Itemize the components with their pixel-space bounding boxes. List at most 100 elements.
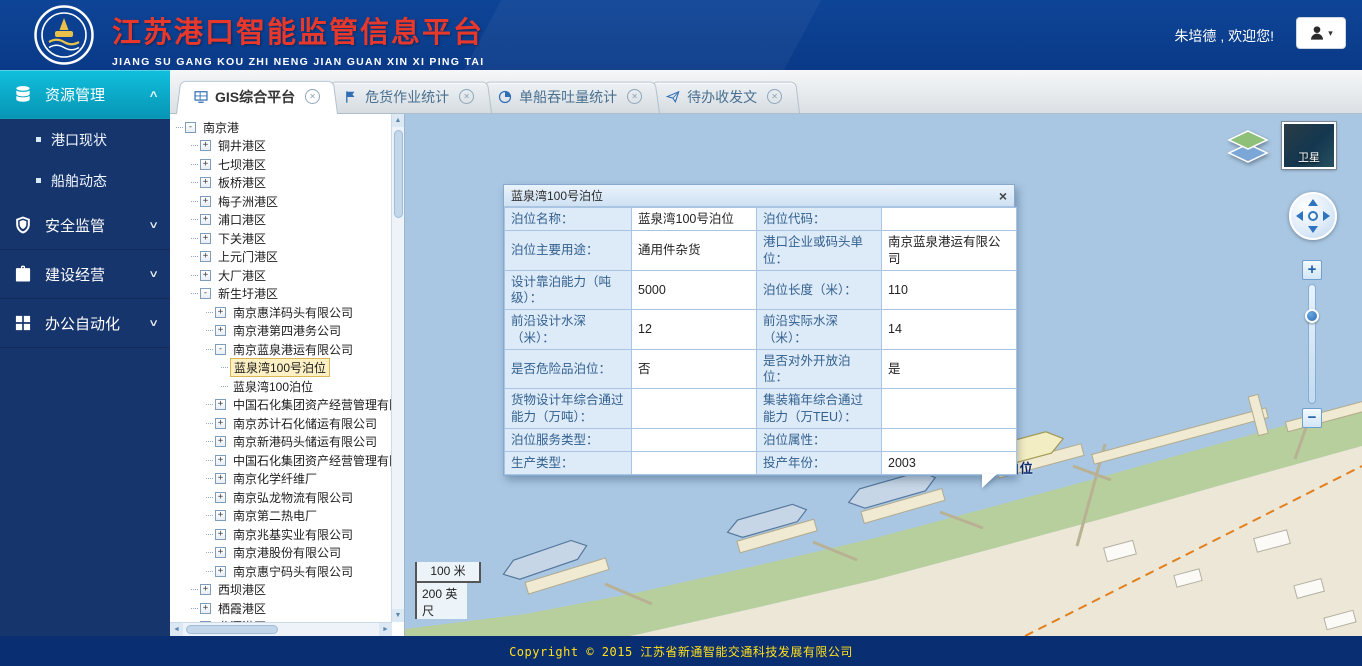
- tree-node-label[interactable]: 中国石化集团资产经营管理有限公司: [230, 395, 391, 414]
- berth-info-row: 货物设计年综合通过能力（万吨）：集装箱年综合通过能力（万TEU）：: [505, 389, 1017, 429]
- tree-node: -南京蓝泉港运有限公司: [174, 340, 391, 359]
- vertical-scroll-thumb[interactable]: [394, 130, 403, 218]
- tree-toggle[interactable]: +: [215, 399, 226, 410]
- tab-close-icon[interactable]: ✕: [767, 89, 782, 104]
- tab-2[interactable]: 单船吞吐量统计✕: [480, 80, 660, 113]
- scroll-down-arrow[interactable]: ▼: [392, 609, 404, 622]
- tree-toggle[interactable]: -: [215, 344, 226, 355]
- tree-toggle[interactable]: +: [215, 547, 226, 558]
- tree-toggle[interactable]: +: [200, 177, 211, 188]
- field-value: [882, 389, 1017, 429]
- tree-node: + 南京惠宁码头有限公司: [174, 562, 391, 581]
- tree-node-label[interactable]: 铜井港区: [215, 136, 269, 155]
- sidebar-item-0[interactable]: 资源管理∧: [0, 70, 170, 119]
- user-menu-button[interactable]: ▾: [1296, 17, 1346, 49]
- tree-node-label[interactable]: 南京化学纤维厂: [230, 469, 320, 488]
- tree-node-label[interactable]: 南京港股份有限公司: [230, 543, 344, 562]
- pan-down-arrow-icon[interactable]: [1308, 226, 1318, 233]
- tree-node-label[interactable]: 新生圩港区: [215, 284, 281, 303]
- scroll-right-arrow[interactable]: ►: [379, 623, 392, 636]
- tab-close-icon[interactable]: ✕: [459, 89, 474, 104]
- tree-toggle[interactable]: +: [215, 436, 226, 447]
- tree-node-label[interactable]: 七坝港区: [215, 155, 269, 174]
- berth-info-row: 前沿设计水深（米）：12前沿实际水深（米）：14: [505, 310, 1017, 350]
- tree-node-label[interactable]: 蓝泉湾100泊位: [230, 377, 316, 396]
- tree-horizontal-scrollbar[interactable]: ◄ ►: [170, 622, 392, 636]
- tree-toggle[interactable]: +: [200, 159, 211, 170]
- tree-toggle[interactable]: +: [215, 473, 226, 484]
- tree-node-label[interactable]: 大厂港区: [215, 266, 269, 285]
- tree-toggle[interactable]: +: [215, 529, 226, 540]
- tree-node-label[interactable]: 栖霞港区: [215, 599, 269, 618]
- tree-toggle[interactable]: +: [200, 603, 211, 614]
- popup-close-button[interactable]: ×: [999, 189, 1007, 203]
- tree-toggle[interactable]: +: [200, 251, 211, 262]
- zoom-slider-track[interactable]: [1308, 284, 1316, 404]
- tree-vertical-scrollbar[interactable]: ▲ ▼: [391, 114, 404, 622]
- tree-node-label[interactable]: 板桥港区: [215, 173, 269, 192]
- tree-toggle[interactable]: +: [215, 566, 226, 577]
- tab-close-icon[interactable]: ✕: [305, 89, 320, 104]
- tree-toggle[interactable]: +: [215, 510, 226, 521]
- tree-node-label[interactable]: 梅子洲港区: [215, 192, 281, 211]
- tree-node-label[interactable]: 中国石化集团资产经营管理有限公司: [230, 451, 391, 470]
- tree-node-label[interactable]: 南京新港码头储运有限公司: [230, 432, 380, 451]
- tree-node-label[interactable]: 下关港区: [215, 229, 269, 248]
- pan-up-arrow-icon[interactable]: [1308, 199, 1318, 206]
- zoom-out-button[interactable]: −: [1302, 408, 1322, 428]
- scroll-left-arrow[interactable]: ◄: [170, 623, 183, 636]
- zoom-slider-handle[interactable]: [1305, 309, 1319, 323]
- tree-node-label[interactable]: 南京第二热电厂: [230, 506, 320, 525]
- tree-node-label[interactable]: 南京惠宁码头有限公司: [230, 562, 356, 581]
- tree-toggle[interactable]: +: [215, 455, 226, 466]
- tab-label: 待办收发文: [687, 87, 757, 107]
- scroll-up-arrow[interactable]: ▲: [392, 114, 404, 127]
- sidebar-item-1[interactable]: 安全监管∨: [0, 201, 170, 250]
- tab-close-icon[interactable]: ✕: [627, 89, 642, 104]
- tree-node-label[interactable]: 南京兆基实业有限公司: [230, 525, 356, 544]
- tab-0[interactable]: GIS综合平台✕: [176, 79, 338, 114]
- tree-connector: [206, 349, 213, 350]
- tree-toggle[interactable]: +: [200, 584, 211, 595]
- tree-connector: [206, 441, 213, 442]
- map-canvas[interactable]: 蓝泉湾100号泊位 蓝泉湾100号泊位 × 泊位名称：蓝泉湾100号泊位泊位代码…: [405, 114, 1362, 636]
- sidebar-subitem-0-1[interactable]: 船舶动态: [0, 160, 170, 201]
- tree-toggle[interactable]: -: [185, 122, 196, 133]
- sidebar-subitem-0-0[interactable]: 港口现状: [0, 119, 170, 160]
- tree-connector: [206, 497, 213, 498]
- pan-left-arrow-icon[interactable]: [1296, 211, 1303, 221]
- tree-toggle[interactable]: +: [200, 196, 211, 207]
- tree-toggle[interactable]: -: [200, 288, 211, 299]
- tab-3[interactable]: 待办收发文 ✕: [648, 80, 800, 113]
- pan-center-icon[interactable]: [1308, 211, 1318, 221]
- org-tree: -南京港+铜井港区+七坝港区+板桥港区+梅子洲港区+浦口港区+下关港区+上元门港…: [174, 118, 391, 622]
- horizontal-scroll-thumb[interactable]: [186, 625, 278, 634]
- tree-node-label[interactable]: 蓝泉湾100号泊位: [230, 358, 330, 377]
- map-3d-layers-button[interactable]: [1225, 128, 1271, 171]
- sidebar-item-2[interactable]: 建设经营∨: [0, 250, 170, 299]
- tree-node-label[interactable]: 上元门港区: [215, 247, 281, 266]
- tree-toggle[interactable]: +: [215, 492, 226, 503]
- tree-node-label[interactable]: 西坝港区: [215, 580, 269, 599]
- tree-toggle[interactable]: +: [215, 418, 226, 429]
- tree-node-label[interactable]: 南京惠洋码头有限公司: [230, 303, 356, 322]
- tree-toggle[interactable]: +: [200, 233, 211, 244]
- tree-toggle[interactable]: +: [200, 214, 211, 225]
- satellite-view-button[interactable]: 卫星: [1282, 122, 1336, 169]
- tree-toggle[interactable]: +: [200, 140, 211, 151]
- tree-toggle[interactable]: +: [215, 307, 226, 318]
- sidebar-item-3[interactable]: 办公自动化∨: [0, 299, 170, 348]
- tree-node-label[interactable]: 南京港第四港务公司: [230, 321, 344, 340]
- tree-toggle[interactable]: +: [200, 270, 211, 281]
- tab-1[interactable]: 危货作业统计✕: [326, 80, 492, 113]
- tree-node-label[interactable]: 南京港: [200, 118, 242, 137]
- tree-node-label[interactable]: 南京弘龙物流有限公司: [230, 488, 356, 507]
- tree-toggle[interactable]: +: [215, 325, 226, 336]
- tree-node-label[interactable]: 南京苏计石化储运有限公司: [230, 414, 380, 433]
- pan-right-arrow-icon[interactable]: [1323, 211, 1330, 221]
- tree-node-label[interactable]: 南京蓝泉港运有限公司: [230, 340, 356, 359]
- zoom-in-button[interactable]: +: [1302, 260, 1322, 280]
- tree-node-label[interactable]: 浦口港区: [215, 210, 269, 229]
- map-pan-control[interactable]: [1289, 192, 1337, 240]
- tree-connector: [191, 293, 198, 294]
